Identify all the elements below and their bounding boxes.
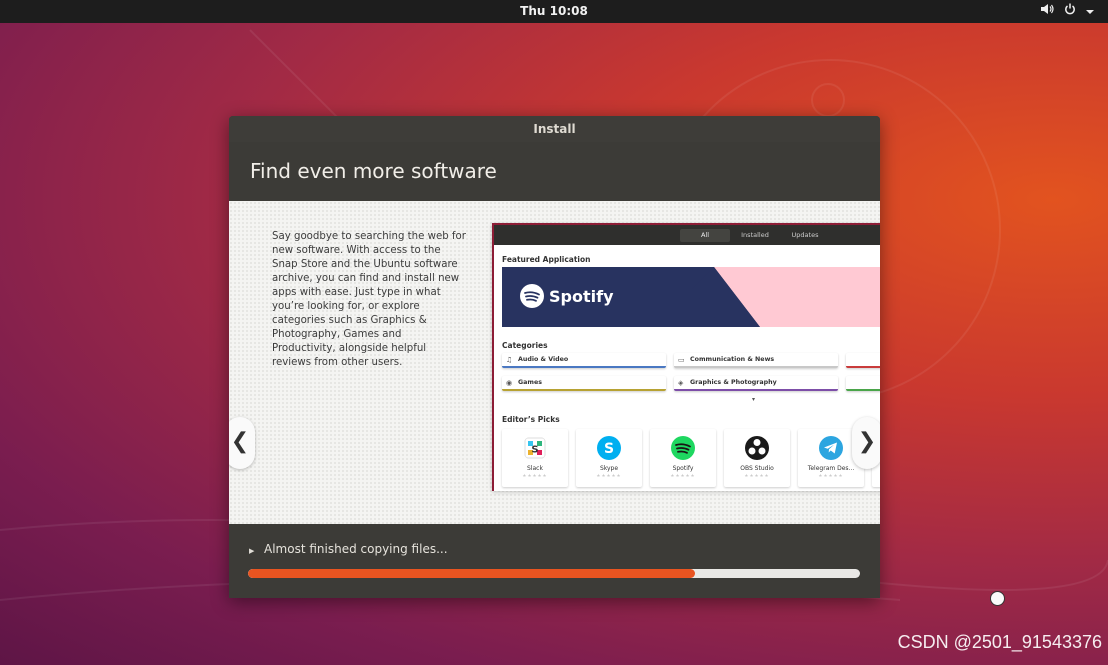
dropdown-icon[interactable]	[1086, 0, 1094, 23]
page-title: Find even more software	[229, 142, 880, 201]
top-panel: Thu 10:08	[0, 0, 1108, 23]
gamepad-icon: ◉	[506, 379, 513, 387]
featured-title: Featured Application	[502, 255, 591, 264]
rating-stars: ★★★★★	[818, 474, 844, 479]
chevron-left-icon: ❮	[230, 429, 250, 454]
svg-text:S: S	[531, 445, 538, 456]
previous-slide-button[interactable]: ❮	[229, 417, 255, 469]
pick-obs-studio: OBS Studio ★★★★★	[724, 429, 790, 487]
chevron-right-icon: ❯	[857, 429, 877, 454]
software-store-screenshot: All Installed Updates Featured Applicati…	[492, 223, 880, 491]
volume-icon[interactable]	[1040, 0, 1054, 23]
power-icon[interactable]	[1064, 0, 1076, 23]
pick-spotify: Spotify ★★★★★	[650, 429, 716, 487]
rating-stars: ★★★★★	[522, 474, 548, 479]
categories-title: Categories	[502, 341, 548, 350]
watermark: CSDN @2501_91543376	[897, 632, 1102, 652]
category-communication-news: ▭ Communication & News	[674, 353, 838, 368]
clock[interactable]: Thu 10:08	[0, 0, 1108, 23]
category-games: ◉ Games	[502, 376, 666, 391]
window-title: Install	[229, 116, 880, 142]
editors-picks-title: Editor’s Picks	[502, 415, 560, 424]
mouse-cursor	[990, 591, 1005, 606]
spotify-icon	[671, 436, 695, 460]
progress-bar	[248, 569, 860, 578]
spotify-logo: Spotify	[520, 284, 614, 308]
music-icon: ♫	[506, 356, 513, 364]
spotify-icon	[520, 284, 544, 308]
camera-icon: ◈	[678, 379, 684, 387]
more-categories-icon: ▾	[752, 396, 756, 403]
slack-icon: S	[524, 437, 546, 459]
featured-banner: Spotify	[502, 267, 880, 327]
rating-stars: ★★★★★	[670, 474, 696, 479]
category-graphics-photography: ◈ Graphics & Photography	[674, 376, 838, 391]
featured-app-name: Spotify	[549, 286, 614, 306]
next-slide-button[interactable]: ❯	[852, 417, 880, 469]
category-partial-1	[846, 353, 880, 368]
slideshow: Say goodbye to searching the web for new…	[229, 201, 880, 524]
system-tray[interactable]	[1040, 0, 1094, 23]
store-tabs: All Installed Updates	[680, 229, 830, 242]
rating-stars: ★★★★★	[596, 474, 622, 479]
pick-slack: S Slack ★★★★★	[502, 429, 568, 487]
category-audio-video: ♫ Audio & Video	[502, 353, 666, 368]
store-header: All Installed Updates	[494, 225, 880, 245]
progress-fill	[248, 569, 695, 578]
tab-installed: Installed	[741, 231, 769, 239]
rating-stars: ★★★★★	[744, 474, 770, 479]
telegram-icon	[819, 436, 843, 460]
tab-all: All	[680, 229, 730, 242]
skype-icon: S	[597, 436, 621, 460]
slide-description: Say goodbye to searching the web for new…	[272, 231, 466, 368]
chat-icon: ▭	[678, 356, 685, 364]
category-partial-2	[846, 376, 880, 391]
obs-icon	[745, 436, 769, 460]
expand-details-icon[interactable]: ▶	[249, 547, 254, 555]
progress-area: ▶ Almost finished copying files...	[229, 524, 880, 598]
install-window: Install Find even more software Say good…	[229, 116, 880, 598]
svg-text:S: S	[604, 441, 614, 457]
pick-skype: S Skype ★★★★★	[576, 429, 642, 487]
tab-updates: Updates	[791, 231, 819, 239]
progress-status: Almost finished copying files...	[264, 542, 448, 556]
